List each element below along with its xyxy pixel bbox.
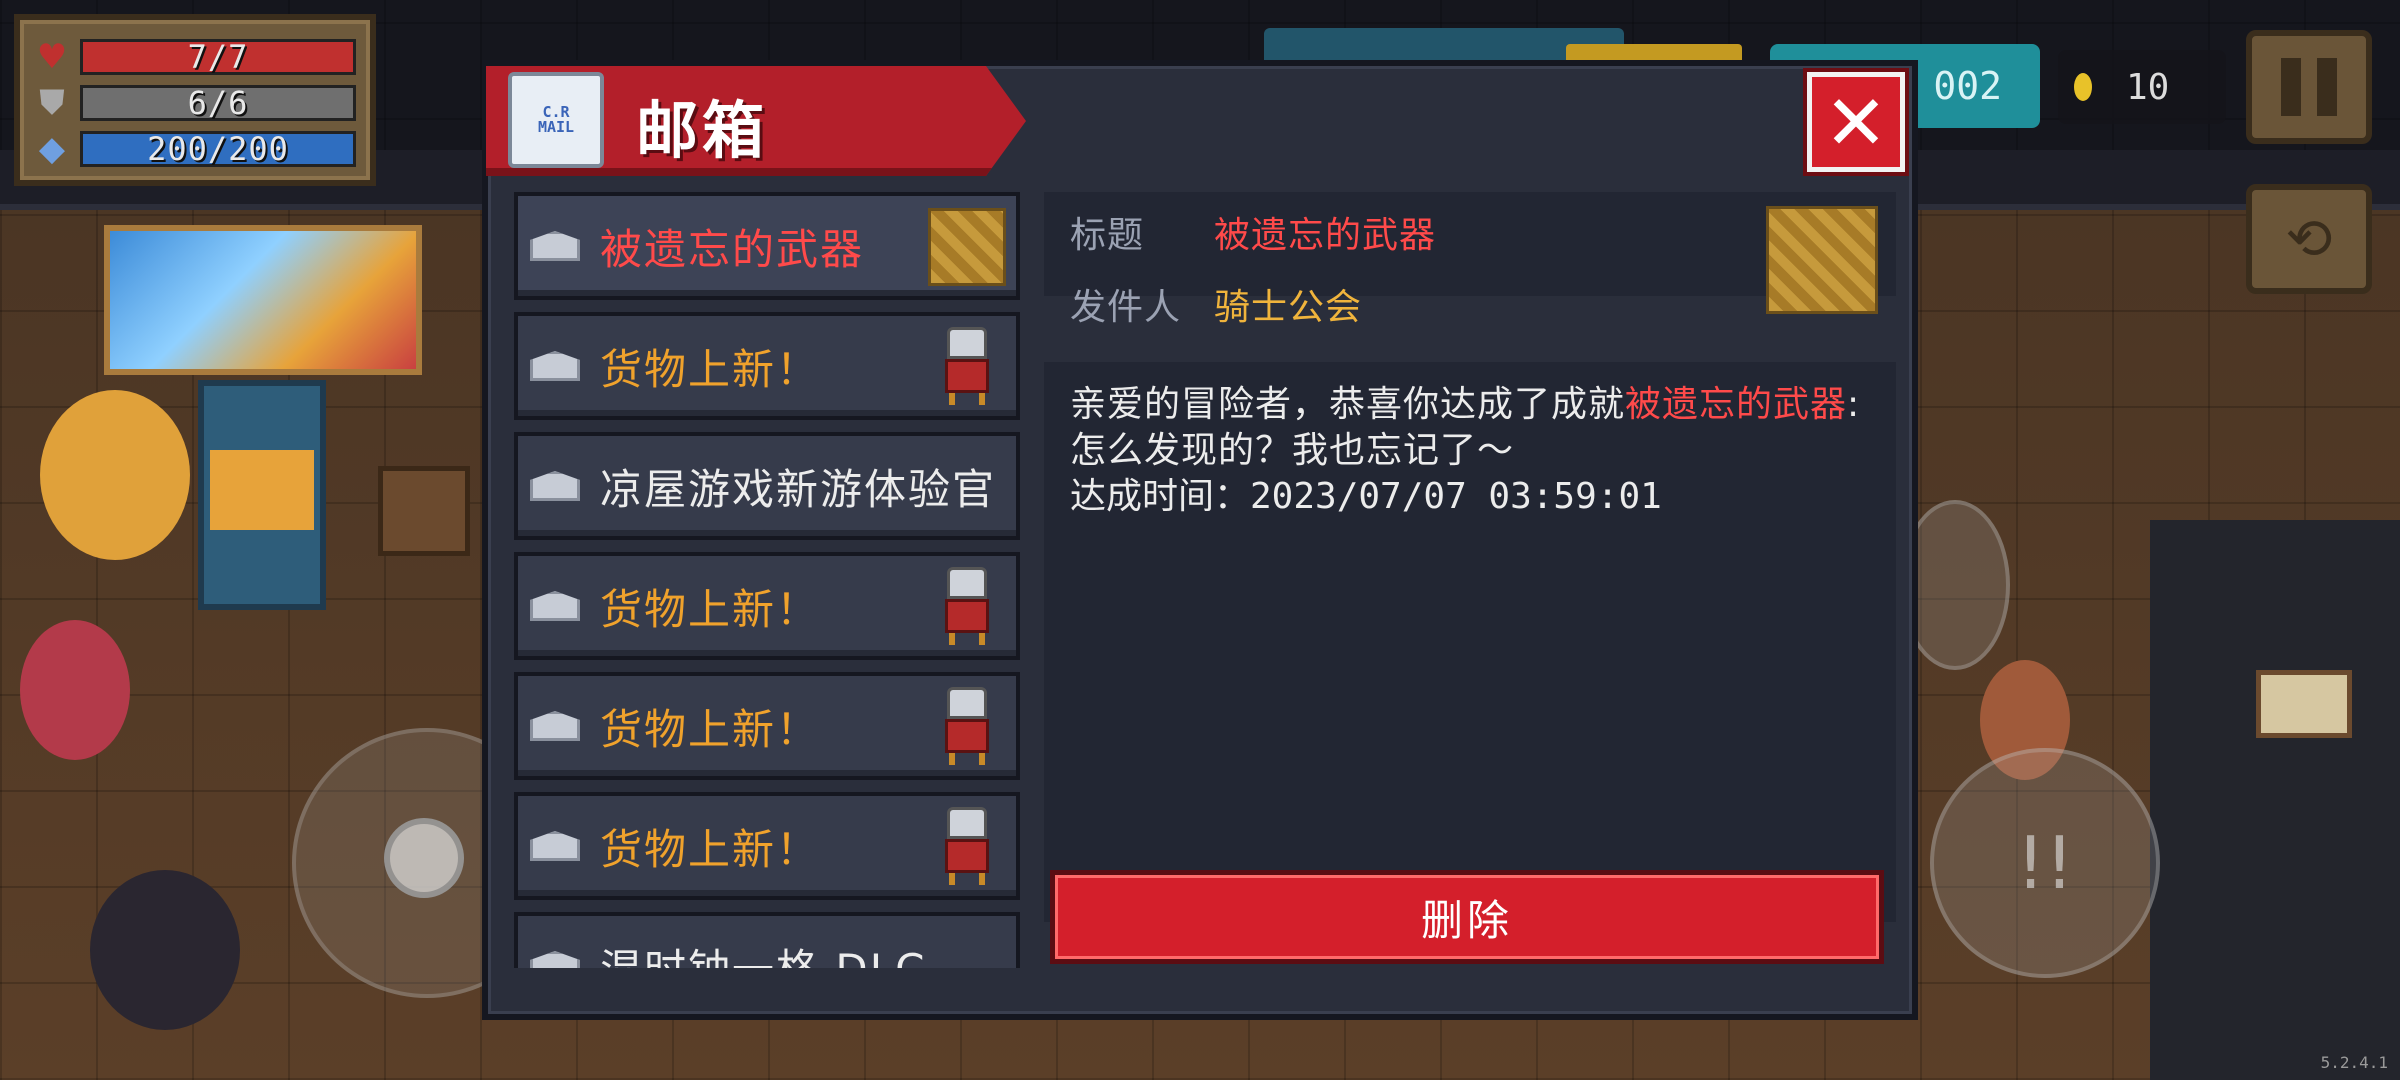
envelope-icon xyxy=(530,591,580,621)
mail-body-highlight: 被遗忘的武器 xyxy=(1625,384,1848,425)
delete-button[interactable]: 删除 xyxy=(1050,870,1884,964)
player-character xyxy=(90,870,240,1030)
merchant-character-icon xyxy=(928,687,1006,766)
mail-item[interactable]: 凉屋游戏新游体验官 xyxy=(514,432,1020,540)
skill-button[interactable]: !! xyxy=(1930,748,2160,978)
shield-icon: ⛊ xyxy=(39,83,65,123)
close-icon: ✕ xyxy=(1824,77,1888,167)
mail-subject: 货物上新！ xyxy=(600,584,821,634)
storage-chest xyxy=(378,466,470,556)
mail-subject: 被遗忘的武器 xyxy=(600,224,865,274)
mail-item[interactable]: 货物上新！ xyxy=(514,552,1020,660)
merchant-character-icon xyxy=(928,567,1006,646)
mail-item[interactable]: 货物上新！ xyxy=(514,672,1020,780)
sender-label: 发件人 xyxy=(1070,287,1182,328)
envelope-icon xyxy=(530,711,580,741)
energy-bar: 200/200 xyxy=(80,130,356,168)
energy-text: 200/200 xyxy=(147,130,289,168)
mailbox-title: 邮箱 xyxy=(636,94,769,167)
mail-subject: 货物上新！ xyxy=(600,824,821,874)
mailbox-dialog: C.R MAIL 邮箱 ✕ 被遗忘的武器 货物上新！ 凉屋游戏新游体验官 货物上新！货… xyxy=(482,60,1918,1020)
envelope-icon xyxy=(530,471,580,501)
wall-certificate xyxy=(2256,670,2352,738)
heart-icon: ♥ xyxy=(36,37,68,77)
mail-detail-header: 标题 被遗忘的武器 发件人 骑士公会 xyxy=(1044,192,1896,328)
mail-subject: 凉屋游戏新游体验官 xyxy=(600,464,997,514)
player-stats-panel: ♥ 7/7 ⛊ 6/6 ◆ 200/200 xyxy=(14,14,376,186)
pause-icon-bar xyxy=(2317,58,2337,116)
coins-count: 10 xyxy=(2126,66,2170,108)
envelope-icon xyxy=(530,231,580,261)
envelope-icon xyxy=(530,951,580,968)
title-label: 标题 xyxy=(1070,215,1145,256)
mail-subject: 货物上新！ xyxy=(600,344,821,394)
merchant-character-icon xyxy=(928,327,1006,406)
merchant-character-icon xyxy=(928,807,1006,886)
armor-row: ⛊ 6/6 xyxy=(32,80,358,126)
swap-icon: ⟲ xyxy=(2285,206,2333,272)
skill-icon: !! xyxy=(2016,821,2074,905)
mail-item[interactable]: 被遗忘的武器 xyxy=(514,192,1020,300)
swap-weapon-button[interactable]: ⟲ xyxy=(2246,184,2372,294)
armor-text: 6/6 xyxy=(187,84,249,122)
close-button[interactable]: ✕ xyxy=(1807,72,1905,172)
hp-bar: 7/7 xyxy=(80,38,356,76)
mail-icon-stamp-bottom: MAIL xyxy=(537,118,575,136)
mail-body: 亲爱的冒险者，恭喜你达成了成就被遗忘的武器:怎么发现的？我也忘记了～ 达成时间：… xyxy=(1044,362,1896,922)
energy-row: ◆ 200/200 xyxy=(32,126,358,172)
side-room xyxy=(2150,520,2400,1080)
npc-character xyxy=(20,620,130,760)
mail-body-part1: 亲爱的冒险者，恭喜你达成了成就 xyxy=(1070,384,1626,425)
mail-item[interactable]: 货物上新！ xyxy=(514,312,1020,420)
pause-button[interactable] xyxy=(2246,30,2372,144)
joystick-knob[interactable] xyxy=(384,818,464,898)
gacha-machine-window xyxy=(210,450,314,530)
mail-icon: C.R MAIL xyxy=(508,72,604,168)
sender-value: 骑士公会 xyxy=(1214,287,1363,328)
mail-list[interactable]: 被遗忘的武器货物上新！ 凉屋游戏新游体验官货物上新！ 货物上新！ 货物上新！ 混时钟一格… xyxy=(514,192,1020,968)
npc-character xyxy=(40,390,190,560)
diamond-icon: ◆ xyxy=(38,129,66,169)
mail-item[interactable]: 货物上新！ xyxy=(514,792,1020,900)
hp-row: ♥ 7/7 xyxy=(32,34,358,80)
delete-label: 删除 xyxy=(1420,895,1513,945)
scroll-item-icon xyxy=(928,208,1006,286)
title-value: 被遗忘的武器 xyxy=(1214,215,1437,256)
attachment-scroll-icon xyxy=(1766,206,1878,314)
hp-text: 7/7 xyxy=(187,38,249,76)
mailbox-header: C.R MAIL 邮箱 xyxy=(486,66,1026,176)
mail-body-text: 亲爱的冒险者，恭喜你达成了成就被遗忘的武器:怎么发现的？我也忘记了～ xyxy=(1070,382,1870,474)
wall-poster xyxy=(104,225,422,375)
mail-subject: 货物上新！ xyxy=(600,704,821,754)
envelope-icon xyxy=(530,351,580,381)
armor-bar: 6/6 xyxy=(80,84,356,122)
mail-item[interactable]: 混时钟一格 DLC xyxy=(514,912,1020,968)
coins-counter: 10 xyxy=(2058,50,2226,124)
mail-subject: 混时钟一格 DLC xyxy=(600,936,926,969)
coin-icon xyxy=(2074,73,2092,101)
gems-count: 002 xyxy=(1933,64,2002,108)
version-label: 5.2.4.1 xyxy=(2320,1053,2388,1072)
achieved-time: 达成时间：2023/07/07 03:59:01 xyxy=(1070,476,1662,517)
envelope-icon xyxy=(530,831,580,861)
pause-icon xyxy=(2281,58,2301,116)
